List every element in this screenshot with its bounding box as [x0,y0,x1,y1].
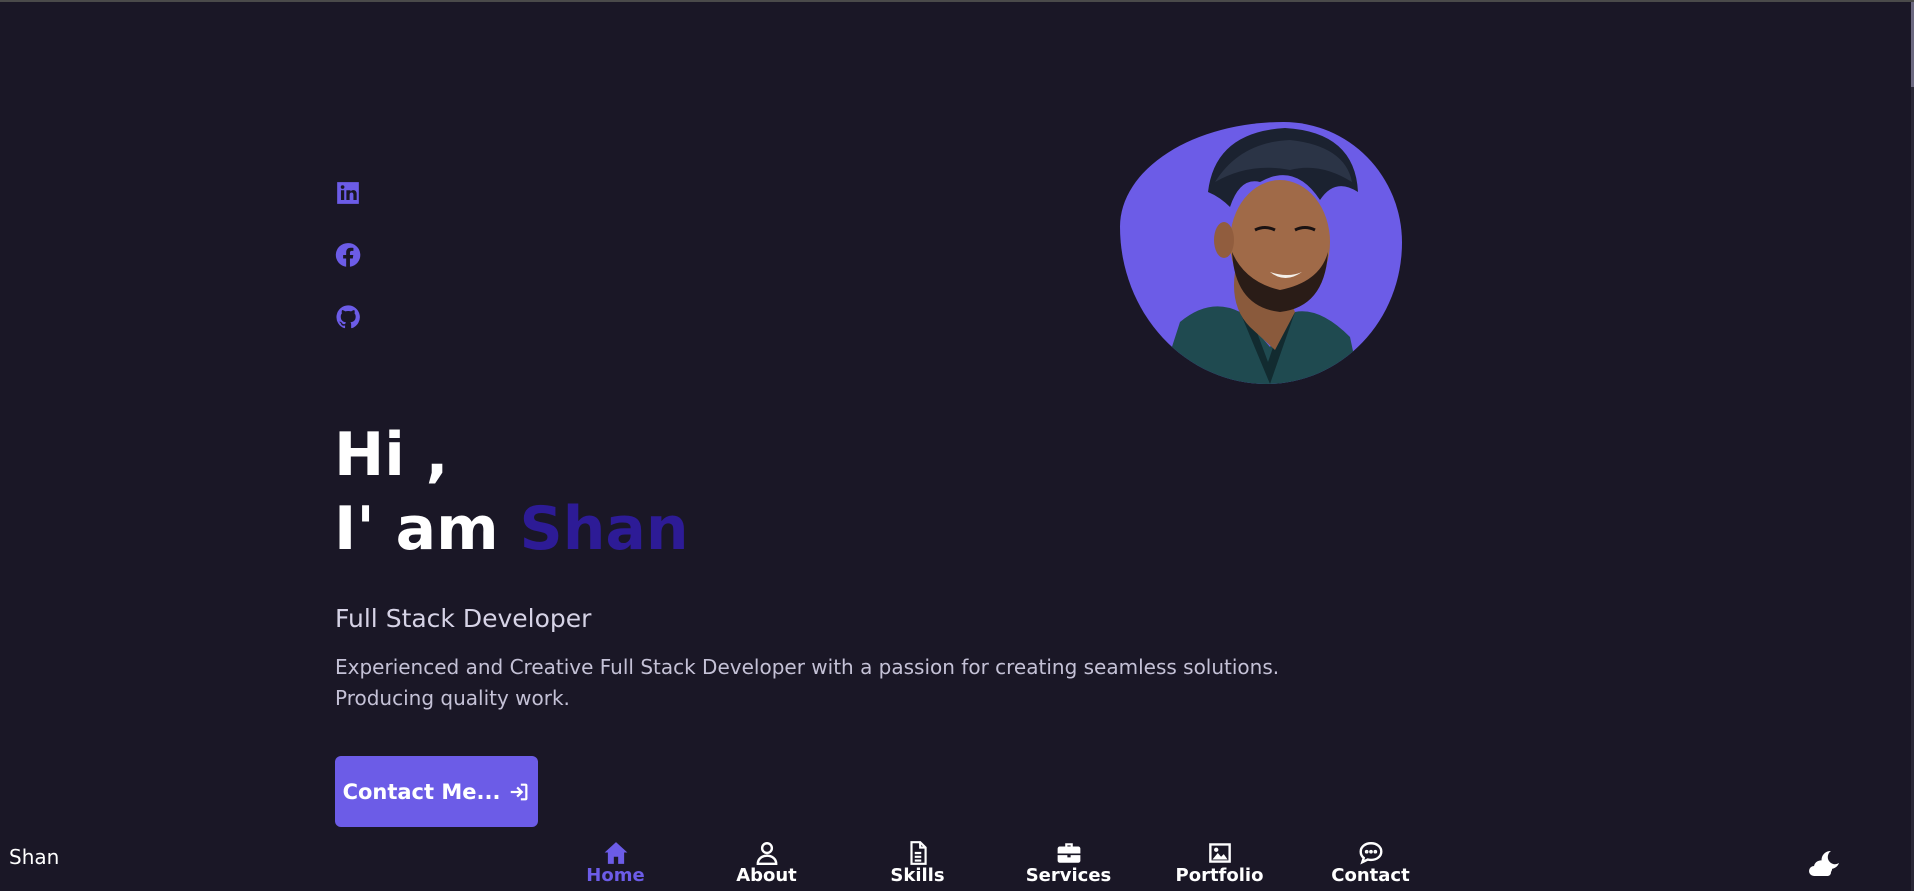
nav-item-skills[interactable]: Skills [842,840,993,891]
description-line-1: Experienced and Creative Full Stack Deve… [335,655,1280,679]
hero-description: Experienced and Creative Full Stack Deve… [335,652,1335,714]
home-icon [604,842,627,864]
hero-greeting: Hi , I' am Shan [334,418,689,566]
github-icon [336,305,360,329]
github-link[interactable] [335,304,361,330]
social-links [335,180,361,330]
linkedin-link[interactable] [335,180,361,206]
hero-role: Full Stack Developer [335,604,592,633]
sign-in-arrow-icon [511,783,528,800]
nav-item-home[interactable]: Home [540,840,691,891]
facebook-link[interactable] [335,242,361,268]
image-icon [1208,843,1231,863]
file-icon [909,841,927,865]
briefcase-icon [1057,843,1080,863]
greeting-line-2: I' am Shan [334,492,689,566]
nav-label: Portfolio [1175,865,1264,886]
contact-me-button[interactable]: Contact Me... [335,756,538,827]
nav-label: Contact [1331,865,1410,886]
hero-name: Shan [519,494,689,564]
bottom-nav: Home About Skills Services Portfolio Con… [540,840,1446,891]
user-icon [756,842,777,866]
brand-logo[interactable]: Shan [9,845,59,869]
moon-cloud-icon [1809,850,1839,876]
nav-label: Services [1025,865,1112,886]
nav-label: Home [586,865,645,886]
nav-label: Skills [890,865,945,886]
linkedin-icon [337,182,359,204]
greeting-line-1: Hi , [334,420,449,490]
theme-toggle-button[interactable] [1808,848,1842,878]
facebook-icon [335,243,361,267]
nav-item-about[interactable]: About [691,840,842,891]
portrait-illustration [1160,128,1360,384]
description-line-2: Producing quality work. [335,686,570,710]
nav-item-contact[interactable]: Contact [1295,840,1446,891]
contact-me-label: Contact Me... [342,779,501,804]
nav-item-services[interactable]: Services [993,840,1144,891]
greeting-prefix: I' am [334,494,520,564]
profile-photo [1120,122,1402,384]
nav-label: About [736,865,797,886]
chat-icon [1359,842,1382,865]
nav-item-portfolio[interactable]: Portfolio [1144,840,1295,891]
window-top-border [0,0,1914,2]
